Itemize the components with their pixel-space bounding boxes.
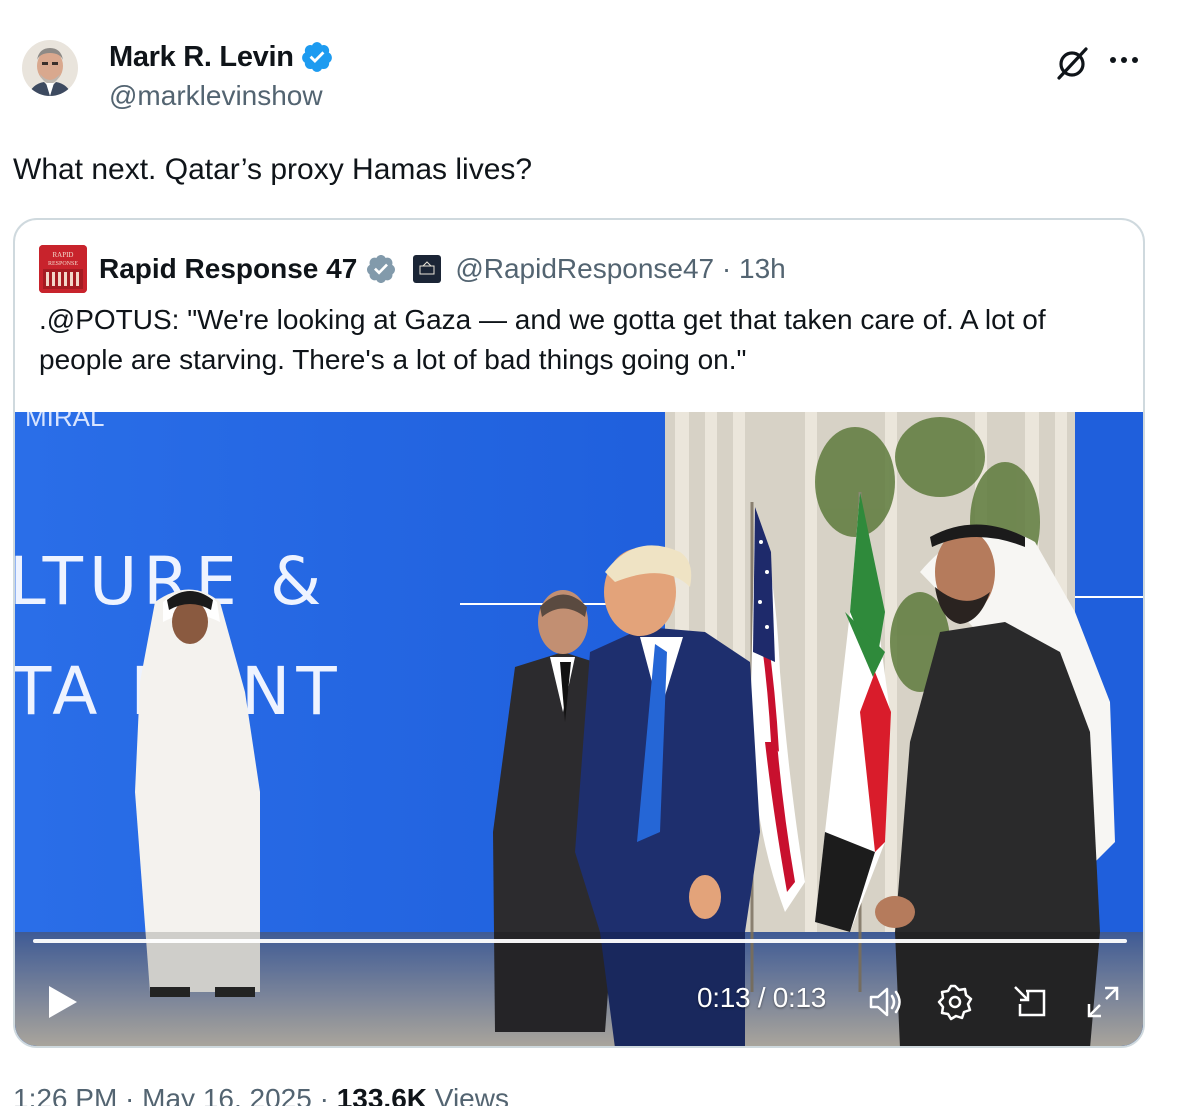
tweet-footer: 1:26 PM · May 16, 2025 · 133.6K Views [13,1083,509,1106]
video-time: 0:13 / 0:13 [697,982,827,1013]
quoted-avatar-text-1: RAPID [52,251,73,259]
quoted-avatar[interactable]: RAPID RESPONSE [39,245,87,293]
view-count: 133.6K [336,1083,428,1106]
quoted-avatar-text-2: RESPONSE [48,261,78,267]
quoted-tweet[interactable]: RAPID RESPONSE Rapid Response 47 @RapidR… [13,218,1145,1048]
settings-icon[interactable] [935,982,975,1022]
grok-icon[interactable] [1054,44,1092,82]
volume-icon[interactable] [865,982,905,1022]
backdrop-text-top: MIRAL [25,412,104,432]
tweet[interactable]: Mark R. Levin @marklevinshow What next. … [0,0,1188,1106]
verified-badge-icon [301,42,332,72]
pip-icon[interactable] [1010,982,1050,1022]
more-icon[interactable] [1110,50,1142,70]
author-avatar[interactable] [22,40,78,96]
author-name-row[interactable]: Mark R. Levin [109,40,334,74]
video-player[interactable]: MIRAL LTURE & TA MENT [15,412,1143,1046]
author-handle[interactable]: @marklevinshow [109,80,323,112]
play-icon[interactable] [43,982,83,1022]
video-frame: MIRAL LTURE & TA MENT [15,412,1143,1046]
white-house-affiliate-icon[interactable] [413,255,442,283]
views-label: Views [427,1083,509,1106]
video-progress-bar[interactable] [33,939,1127,943]
quoted-header: RAPID RESPONSE Rapid Response 47 @RapidR… [39,244,786,294]
quoted-text: .@POTUS: "We're looking at Gaza — and we… [39,304,1046,375]
author-name[interactable]: Mark R. Levin [109,41,294,74]
quoted-name[interactable]: Rapid Response 47 [99,253,357,285]
quoted-handle-time[interactable]: @RapidResponse47 · 13h [455,253,785,285]
fullscreen-icon[interactable] [1083,982,1123,1022]
quoted-verified-badge-icon [367,255,396,283]
tweet-text: What next. Qatar’s proxy Hamas lives? [13,153,533,186]
tweet-timestamp[interactable]: 1:26 PM · May 16, 2025 · [13,1083,337,1106]
